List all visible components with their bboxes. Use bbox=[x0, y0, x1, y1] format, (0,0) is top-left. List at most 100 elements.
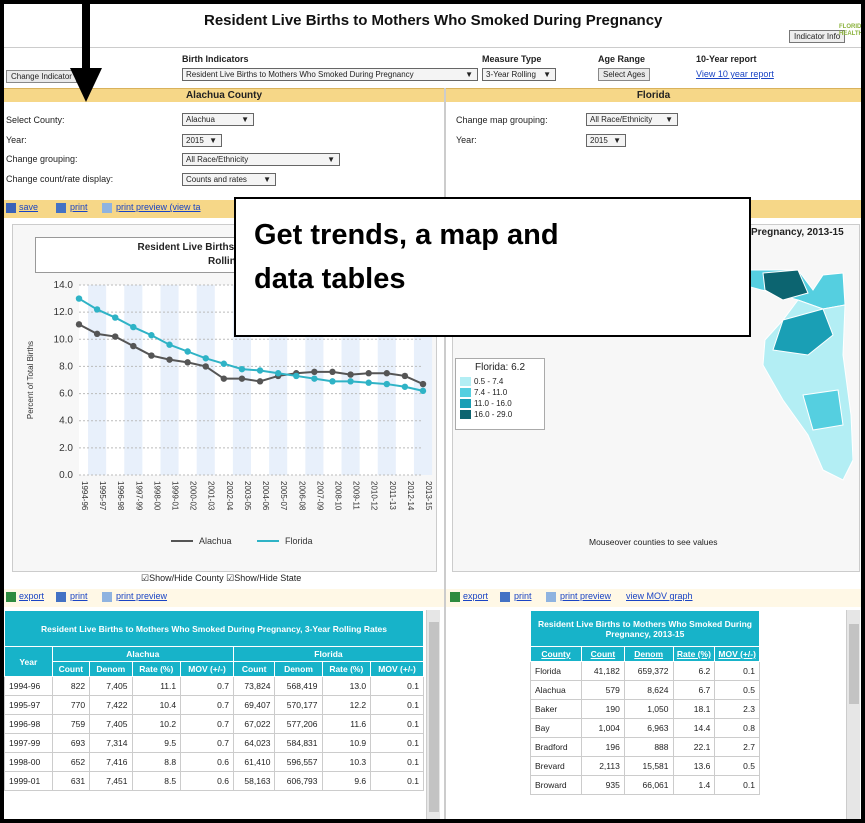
right-scroll-thumb[interactable] bbox=[849, 624, 859, 704]
map-legend: Florida: 6.2 0.5 - 7.4 7.4 - 11.0 11.0 - 1… bbox=[455, 358, 545, 430]
y-tick-label: 4.0 bbox=[59, 416, 73, 427]
view-mov-graph-link[interactable]: view MOV graph bbox=[626, 591, 693, 601]
birth-indicator-select[interactable]: Resident Live Births to Mothers Who Smok… bbox=[182, 68, 478, 81]
chart-save-link[interactable]: save bbox=[19, 202, 38, 212]
data-point-florida bbox=[148, 332, 155, 339]
legend-label-alachua: Alachua bbox=[199, 536, 232, 546]
show-county-label: Show/Hide County bbox=[149, 573, 224, 583]
state-year-select[interactable]: 2015 ▼ bbox=[586, 134, 626, 147]
table-row: 1995-97 770 7,422 10.4 0.7 69,407 570,177 12.2 0… bbox=[4, 695, 424, 715]
change-grouping-label: Change grouping: bbox=[6, 154, 78, 164]
table-cell: 0.1 bbox=[370, 733, 424, 753]
county-select[interactable]: Alachua ▼ bbox=[182, 113, 254, 126]
table-cell: 10.2 bbox=[131, 714, 182, 734]
measure-type-select[interactable]: 3-Year Rolling ▼ bbox=[482, 68, 556, 81]
table-cell: 6.7 bbox=[672, 680, 716, 700]
data-point-alachua bbox=[166, 356, 173, 363]
chart-print-link[interactable]: print bbox=[70, 202, 88, 212]
print-preview-icon bbox=[546, 592, 556, 602]
measure-type-value: 3-Year Rolling bbox=[486, 70, 536, 79]
table-cell: 8.5 bbox=[131, 771, 182, 791]
table-cell: 0.5 bbox=[714, 756, 760, 776]
x-tick-label: 2000-02 bbox=[189, 481, 198, 511]
table-row: 1996-98 759 7,405 10.2 0.7 67,022 577,206 11.6 0… bbox=[4, 714, 424, 734]
table-cell: 0.7 bbox=[180, 714, 234, 734]
table-cell: 13.0 bbox=[321, 676, 372, 696]
x-tick-label: 2001-03 bbox=[207, 481, 216, 511]
map-grouping-select[interactable]: All Race/Ethnicity ▼ bbox=[586, 113, 678, 126]
data-point-alachua bbox=[383, 370, 390, 377]
indicator-info-button[interactable]: Indicator Info bbox=[789, 30, 846, 43]
table-cell: 22.1 bbox=[672, 737, 716, 757]
table-cell: 9.5 bbox=[131, 733, 182, 753]
table-cell: Broward bbox=[530, 775, 582, 795]
right-data-table: Resident Live Births to Mothers Who Smok… bbox=[530, 610, 760, 795]
data-point-florida bbox=[401, 383, 409, 390]
table-cell: 12.2 bbox=[321, 695, 372, 715]
table-cell: 7,451 bbox=[89, 771, 133, 791]
table-cell: 1997-99 bbox=[4, 733, 53, 753]
left-print-link[interactable]: print bbox=[70, 591, 88, 601]
left-data-table: Resident Live Births to Mothers Who Smok… bbox=[4, 610, 425, 791]
callout-box: Get trends, a map and data tables bbox=[234, 197, 751, 337]
data-point-florida bbox=[365, 379, 372, 386]
right-print-link[interactable]: print bbox=[514, 591, 532, 601]
right-table-scrollbar[interactable] bbox=[846, 610, 860, 819]
data-point-alachua bbox=[184, 359, 191, 366]
data-point-alachua bbox=[130, 342, 137, 350]
table-cell: 10.9 bbox=[321, 733, 372, 753]
x-tick-label: 2007-09 bbox=[315, 481, 324, 511]
chevron-down-icon: ▼ bbox=[465, 70, 473, 79]
table-cell: 18.1 bbox=[672, 699, 716, 719]
show-county-checkbox[interactable]: ☑ bbox=[141, 573, 149, 583]
change-display-label: Change count/rate display: bbox=[6, 174, 114, 184]
legend-swatch bbox=[460, 377, 471, 386]
left-print-preview-link[interactable]: print preview bbox=[116, 591, 167, 601]
chart-print-preview-link[interactable]: print preview (view ta bbox=[116, 202, 201, 212]
left-export-link[interactable]: export bbox=[19, 591, 44, 601]
right-column-header[interactable]: County bbox=[530, 646, 582, 662]
plot-stripe bbox=[88, 285, 107, 475]
view-10-year-report-link[interactable]: View 10 year report bbox=[696, 69, 774, 79]
right-table-title: Resident Live Births to Mothers Who Smok… bbox=[530, 610, 760, 647]
data-point-alachua bbox=[311, 368, 318, 376]
show-state-checkbox[interactable]: ☑ bbox=[226, 573, 234, 583]
county-year-select[interactable]: 2015 ▼ bbox=[182, 134, 222, 147]
table-cell: 1.4 bbox=[672, 775, 716, 795]
table-cell: Florida bbox=[530, 661, 582, 681]
table-cell: 770 bbox=[51, 695, 91, 715]
table-cell: 2.3 bbox=[714, 699, 760, 719]
table-cell: 8,624 bbox=[623, 680, 674, 700]
table-cell: 0.1 bbox=[714, 775, 760, 795]
right-column-header[interactable]: Rate (%) bbox=[672, 646, 716, 662]
right-print-preview-link[interactable]: print preview bbox=[560, 591, 611, 601]
data-point-alachua bbox=[329, 368, 336, 376]
right-table-body: Florida 41,182 659,372 6.2 0.1 Alachua 579 8,62… bbox=[530, 661, 760, 795]
legend-label: 16.0 - 29.0 bbox=[474, 410, 513, 419]
table-cell: 61,410 bbox=[232, 752, 276, 772]
select-ages-button[interactable]: Select Ages bbox=[598, 68, 651, 81]
chevron-down-icon: ▼ bbox=[241, 115, 249, 124]
left-table-scrollbar[interactable] bbox=[426, 610, 440, 819]
right-column-header[interactable]: Denom bbox=[623, 646, 674, 662]
table-cell: 1995-97 bbox=[4, 695, 53, 715]
x-tick-label: 1999-01 bbox=[171, 481, 180, 511]
left-column-header: Denom bbox=[89, 661, 133, 677]
table-cell: 8.8 bbox=[131, 752, 182, 772]
right-export-link[interactable]: export bbox=[463, 591, 488, 601]
left-table-subheader: Count Denom Rate (%) MOV (+/-) Count Denom Rat… bbox=[5, 661, 424, 677]
print-icon bbox=[56, 203, 66, 213]
x-tick-label: 2004-06 bbox=[261, 481, 270, 511]
x-tick-label: 1996-98 bbox=[116, 481, 125, 511]
right-column-header[interactable]: Count bbox=[580, 646, 625, 662]
display-select[interactable]: Counts and rates ▼ bbox=[182, 173, 276, 186]
chevron-down-icon: ▼ bbox=[665, 115, 673, 124]
table-cell: 0.5 bbox=[714, 680, 760, 700]
table-cell: 0.1 bbox=[714, 661, 760, 681]
left-scroll-thumb[interactable] bbox=[429, 622, 439, 812]
map-legend-items: 0.5 - 7.4 7.4 - 11.0 11.0 - 16.0 16.0 - 29.… bbox=[460, 376, 540, 420]
right-column-header[interactable]: MOV (+/-) bbox=[714, 646, 760, 662]
grouping-select[interactable]: All Race/Ethnicity ▼ bbox=[182, 153, 340, 166]
left-table-body: 1994-96 822 7,405 11.1 0.7 73,824 568,419 13.0 0… bbox=[4, 676, 424, 791]
chevron-down-icon: ▼ bbox=[263, 175, 271, 184]
